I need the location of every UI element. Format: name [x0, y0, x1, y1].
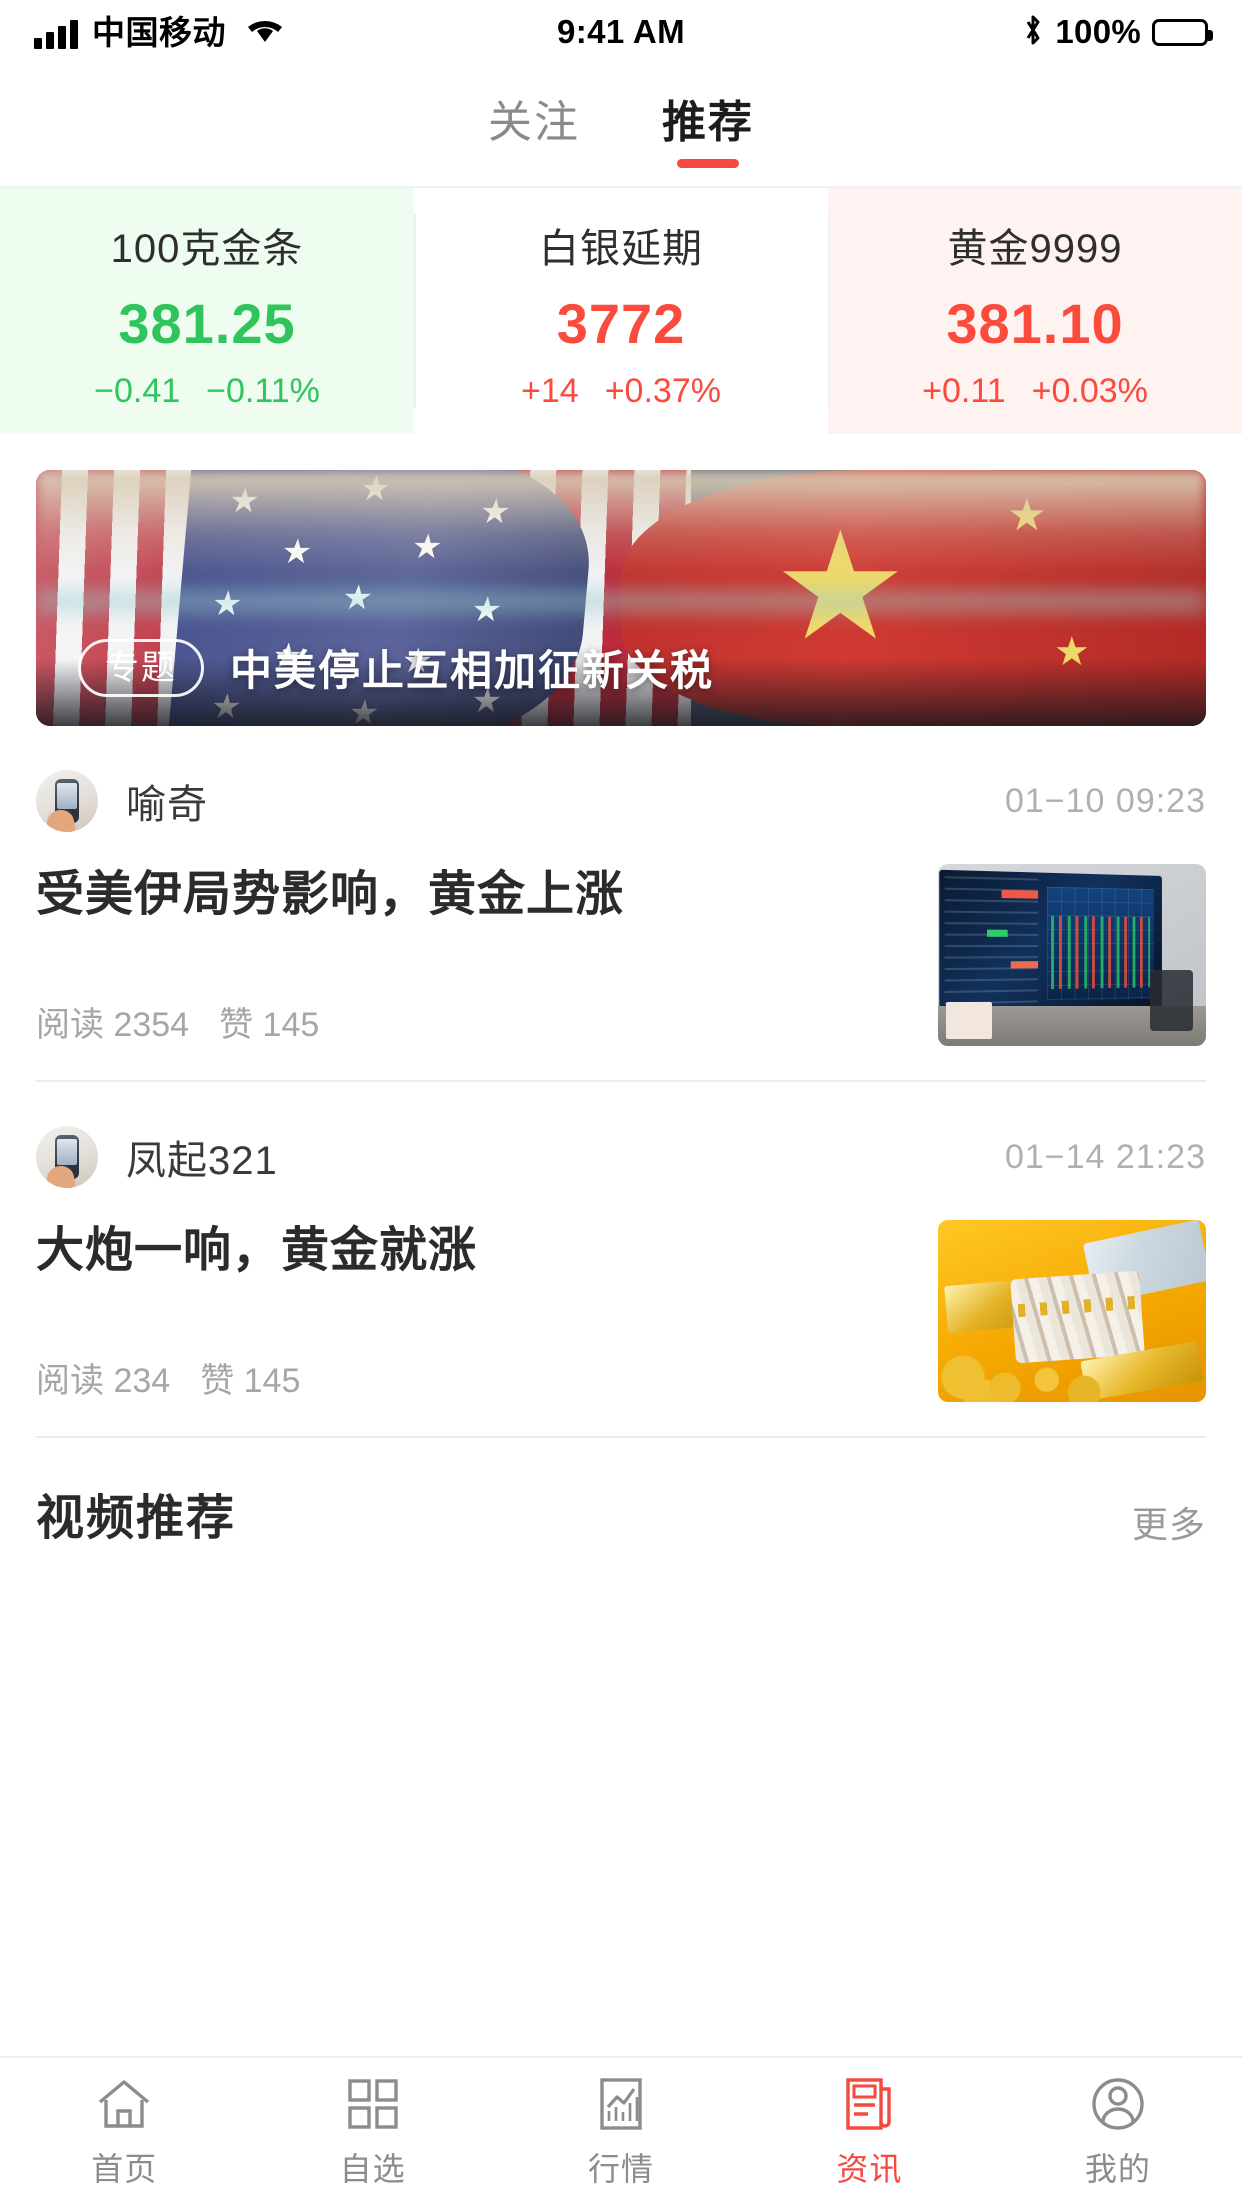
- tab-home-label: 首页: [91, 2151, 158, 2187]
- quote-card-gold-9999[interactable]: 黄金9999 381.10 +0.11 +0.03%: [828, 188, 1242, 434]
- like-count-group: 赞 145: [200, 1353, 300, 1402]
- tab-follow-label: 关注: [488, 98, 580, 147]
- app-screen: 中国移动 9:41 AM 100% 关注 推荐 100克金条 381.25 −0…: [0, 0, 1242, 2208]
- quote-price: 381.10: [946, 291, 1124, 355]
- article-item[interactable]: 凤起321 01−14 21:23 大炮一响，黄金就涨 阅读 234 赞 145: [36, 1082, 1206, 1438]
- quote-change-row: +0.11 +0.03%: [922, 372, 1148, 411]
- article-body: 大炮一响，黄金就涨 阅读 234 赞 145: [36, 1220, 1206, 1402]
- tab-news[interactable]: 资讯: [745, 2076, 993, 2190]
- article-text-column: 大炮一响，黄金就涨 阅读 234 赞 145: [36, 1220, 938, 1402]
- read-label: 阅读: [36, 1006, 104, 1044]
- article-feed: 喻奇 01−10 09:23 受美伊局势影响，黄金上涨 阅读 2354 赞 14…: [0, 726, 1242, 1438]
- article-header: 凤起321 01−14 21:23: [36, 1126, 1206, 1188]
- tab-follow[interactable]: 关注: [482, 82, 586, 168]
- article-stats: 阅读 2354 赞 145: [36, 951, 908, 1046]
- read-count: 2354: [113, 1006, 190, 1044]
- video-section-header: 视频推荐 更多: [0, 1438, 1242, 1548]
- banner-caption: 专题 中美停止互相加征新关税: [78, 637, 714, 698]
- grid-icon: [347, 2076, 399, 2132]
- tab-recommend[interactable]: 推荐: [656, 82, 760, 168]
- quote-name: 100克金条: [110, 226, 304, 271]
- quote-change-pct: +0.03%: [1031, 371, 1148, 410]
- article-timestamp: 01−10 09:23: [1004, 781, 1206, 820]
- read-count-group: 阅读 2354: [36, 997, 189, 1046]
- user-icon: [1091, 2076, 1145, 2132]
- article-thumbnail[interactable]: [938, 1220, 1206, 1402]
- quote-price: 381.25: [118, 291, 296, 355]
- feature-banner[interactable]: ★ ★ ★ ★ ★ ★ ★ ★ ★ ★ ★ ★ ★: [36, 470, 1206, 726]
- quote-change-pct: +0.37%: [604, 371, 721, 410]
- bluetooth-icon: [1022, 13, 1044, 52]
- home-icon: [96, 2076, 152, 2132]
- article-item[interactable]: 喻奇 01−10 09:23 受美伊局势影响，黄金上涨 阅读 2354 赞 14…: [36, 726, 1206, 1082]
- bottom-tab-bar: 首页 自选 行情 资讯 我的: [0, 2056, 1242, 2208]
- read-count-group: 阅读 234: [36, 1353, 170, 1402]
- tab-recommend-label: 推荐: [662, 98, 754, 147]
- tab-watchlist[interactable]: 自选: [248, 2076, 496, 2190]
- article-stats: 阅读 234 赞 145: [36, 1307, 908, 1402]
- chart-icon: [599, 2076, 643, 2132]
- like-count-group: 赞 145: [219, 997, 319, 1046]
- avatar: [36, 770, 98, 832]
- like-label: 赞: [219, 1006, 254, 1044]
- quote-change-abs: +0.11: [922, 371, 1006, 410]
- article-title[interactable]: 大炮一响，黄金就涨: [36, 1220, 908, 1282]
- banner-topic-badge: 专题: [78, 638, 204, 697]
- read-label: 阅读: [36, 1362, 104, 1400]
- tab-watchlist-label: 自选: [339, 2151, 406, 2187]
- tab-market-label: 行情: [588, 2151, 655, 2187]
- like-count: 145: [243, 1362, 301, 1400]
- quote-strip: 100克金条 381.25 −0.41 −0.11% 白银延期 3772 +14…: [0, 186, 1242, 434]
- quote-change-pct: −0.11%: [206, 371, 320, 410]
- article-title[interactable]: 受美伊局势影响，黄金上涨: [36, 864, 908, 926]
- video-section-more-link[interactable]: 更多: [1132, 1496, 1206, 1548]
- like-count: 145: [262, 1006, 320, 1044]
- banner-title: 中美停止互相加征新关税: [230, 647, 715, 694]
- article-header: 喻奇 01−10 09:23: [36, 770, 1206, 832]
- status-bar-right: 100%: [1022, 13, 1213, 52]
- quote-card-silver-deferred[interactable]: 白银延期 3772 +14 +0.37%: [414, 188, 828, 434]
- article-timestamp: 01−14 21:23: [1004, 1137, 1206, 1176]
- article-author[interactable]: 凤起321: [126, 1128, 278, 1186]
- active-tab-underline: [677, 159, 739, 168]
- article-thumbnail[interactable]: [938, 864, 1206, 1046]
- article-author[interactable]: 喻奇: [126, 772, 208, 830]
- read-count: 234: [113, 1362, 171, 1400]
- quote-name: 白银延期: [539, 226, 703, 271]
- quote-card-gold-bar[interactable]: 100克金条 381.25 −0.41 −0.11%: [0, 188, 414, 434]
- tab-profile[interactable]: 我的: [994, 2076, 1242, 2190]
- avatar: [36, 1126, 98, 1188]
- quote-name: 黄金9999: [947, 226, 1123, 271]
- quote-change-abs: −0.41: [94, 371, 181, 410]
- battery-percent-label: 100%: [1055, 13, 1141, 50]
- video-section-title: 视频推荐: [36, 1492, 237, 1545]
- top-tab-bar: 关注 推荐: [0, 64, 1242, 186]
- tab-market[interactable]: 行情: [497, 2076, 745, 2190]
- article-body: 受美伊局势影响，黄金上涨 阅读 2354 赞 145: [36, 864, 1206, 1046]
- tab-news-label: 资讯: [836, 2151, 903, 2187]
- banner-container: ★ ★ ★ ★ ★ ★ ★ ★ ★ ★ ★ ★ ★: [0, 434, 1242, 726]
- tab-profile-label: 我的: [1084, 2151, 1151, 2187]
- battery-icon: [1152, 18, 1213, 46]
- news-icon: [845, 2076, 893, 2132]
- quote-price: 3772: [556, 291, 686, 355]
- quote-change-row: +14 +0.37%: [521, 372, 721, 411]
- quote-change-row: −0.41 −0.11%: [94, 372, 320, 411]
- tab-home[interactable]: 首页: [0, 2076, 248, 2190]
- quote-change-abs: +14: [521, 371, 579, 410]
- article-text-column: 受美伊局势影响，黄金上涨 阅读 2354 赞 145: [36, 864, 938, 1046]
- like-label: 赞: [200, 1362, 235, 1400]
- status-bar: 中国移动 9:41 AM 100%: [0, 0, 1242, 64]
